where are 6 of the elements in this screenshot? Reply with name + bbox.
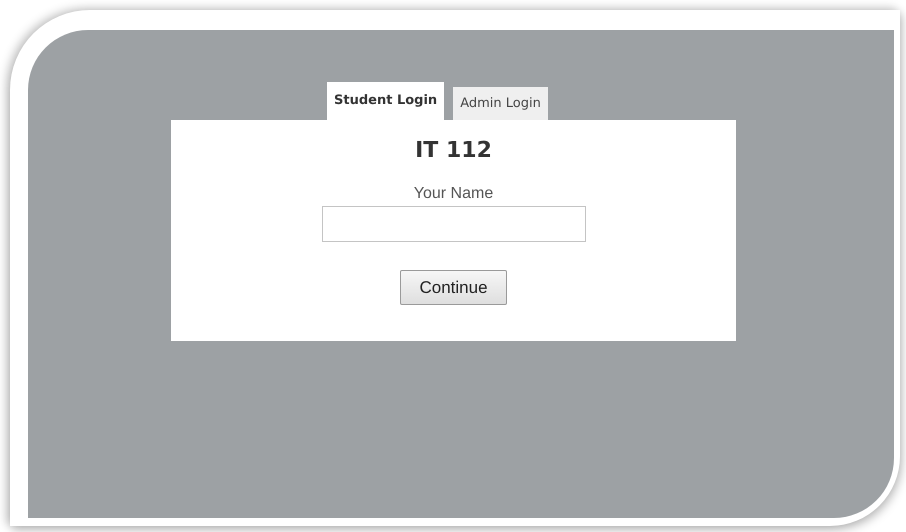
name-input-field[interactable] bbox=[322, 206, 586, 242]
continue-button[interactable]: Continue bbox=[400, 270, 507, 305]
tab[interactable]: Student Login bbox=[327, 82, 444, 120]
tab[interactable]: Admin Login bbox=[453, 87, 548, 120]
field-label: Your Name bbox=[414, 184, 494, 204]
course-title: IT 112 bbox=[415, 137, 492, 165]
